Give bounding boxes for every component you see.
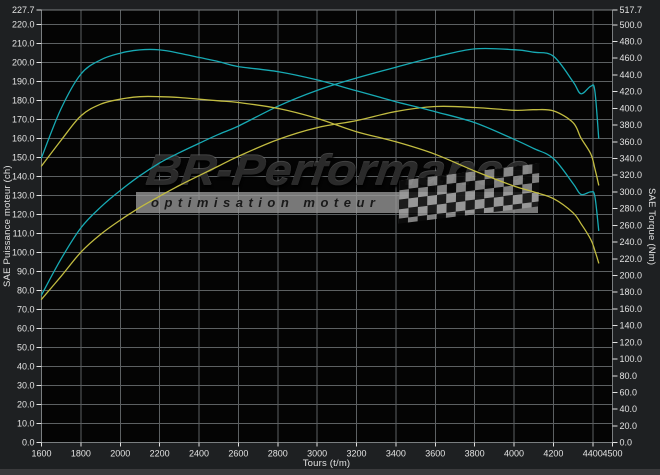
curve-puissance-optimisee [40, 47, 600, 296]
chart-curves-layer [40, 47, 600, 300]
dyno-chart-window: 227.7 220.0 210.0 200.0 190.0 180.0 170.0 160.0… [0, 0, 660, 475]
curve-puissance-origine [40, 105, 600, 300]
curve-couple-origine [40, 95, 600, 264]
bottom-edge-strip [0, 469, 660, 475]
curve-couple-optimise [40, 48, 600, 232]
